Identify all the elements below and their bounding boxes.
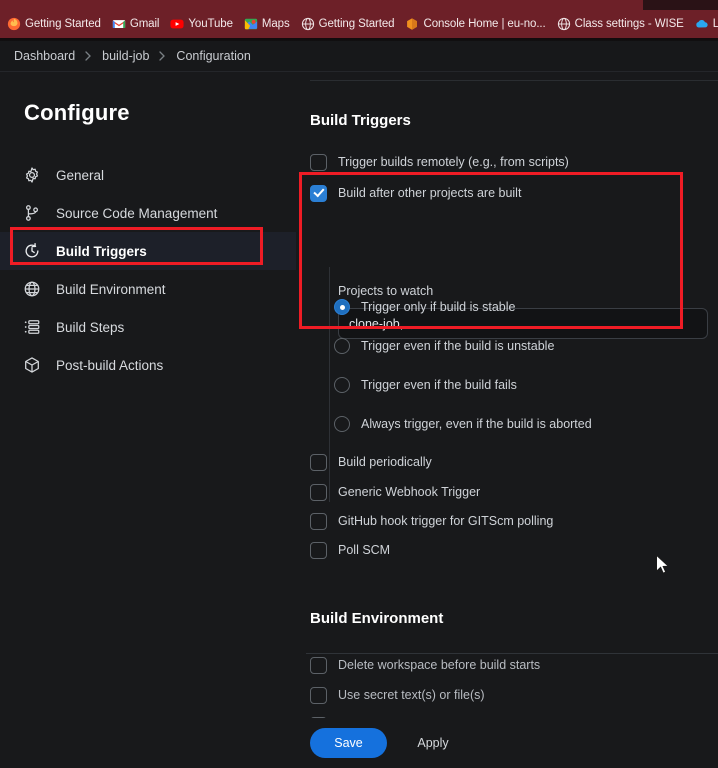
bookmark-label: Class settings - WISE [575,18,684,30]
aws-icon [405,17,419,31]
checkbox-row-generic-webhook[interactable]: Generic Webhook Trigger [310,481,480,503]
page-title: Configure [24,100,130,126]
checkbox-row-poll-scm[interactable]: Poll SCM [310,539,390,561]
cloud-icon [695,17,709,31]
breadcrumb-item-dashboard[interactable]: Dashboard [14,49,75,63]
radio-label: Always trigger, even if the build is abo… [361,417,592,431]
checkbox-row-build-after-other-projects[interactable]: Build after other projects are built [310,182,521,204]
sidebar-item-general[interactable]: General [0,156,296,194]
clock-icon [22,242,41,261]
package-icon [22,356,41,375]
radio-label: Trigger even if the build fails [361,378,517,392]
bookmarks-bar: Getting Started Gmail YouTube Maps Getti… [0,10,718,38]
bookmark-item[interactable]: YouTube [170,17,233,31]
save-button[interactable]: Save [310,728,387,758]
firefox-icon [7,17,21,31]
sidebar-item-build-triggers[interactable]: Build Triggers [0,232,296,270]
bookmark-label: Getting Started [25,18,101,30]
radio-row-stable[interactable]: Trigger only if build is stable [334,296,515,318]
bookmark-label: Console Home | eu-no... [423,18,545,30]
sidebar-item-build-environment[interactable]: Build Environment [0,270,296,308]
globe-icon [557,17,571,31]
trigger-builds-remotely-checkbox[interactable] [310,154,327,171]
generic-webhook-trigger-checkbox[interactable] [310,484,327,501]
maps-icon [244,17,258,31]
checkbox-label: Use secret text(s) or file(s) [338,688,485,702]
checkbox-row-trigger-remotely[interactable]: Trigger builds remotely (e.g., from scri… [310,151,569,173]
build-after-other-projects-checkbox[interactable] [310,185,327,202]
sidebar-item-label: General [56,168,104,183]
trigger-only-if-stable-radio[interactable] [334,299,350,315]
sidebar-item-label: Build Environment [56,282,166,297]
github-hook-trigger-checkbox[interactable] [310,513,327,530]
form-footer: Save Apply [296,718,718,768]
sidebar-item-post-build-actions[interactable]: Post-build Actions [0,346,296,384]
youtube-icon [170,17,184,31]
bookmark-label: Gmail [130,18,160,30]
radio-row-aborted[interactable]: Always trigger, even if the build is abo… [334,413,592,435]
poll-scm-checkbox[interactable] [310,542,327,559]
breadcrumb-item-build-job[interactable]: build-job [102,49,149,63]
checkbox-row-use-secret[interactable]: Use secret text(s) or file(s) [310,684,485,706]
checkbox-label: GitHub hook trigger for GITScm polling [338,514,553,528]
checkbox-label: Delete workspace before build starts [338,658,540,672]
checkbox-label: Trigger builds remotely (e.g., from scri… [338,155,569,169]
bookmark-label: Maps [262,18,290,30]
chevron-right-icon [159,51,166,61]
content-top-divider [310,80,718,81]
delete-workspace-checkbox[interactable] [310,657,327,674]
bookmark-item[interactable]: Maps [244,17,290,31]
radio-label: Trigger only if build is stable [361,300,515,314]
always-trigger-aborted-radio[interactable] [334,416,350,432]
build-periodically-checkbox[interactable] [310,454,327,471]
build-triggers-heading: Build Triggers [310,112,411,129]
gmail-icon [112,17,126,31]
mouse-cursor [655,554,671,581]
radio-row-unstable[interactable]: Trigger even if the build is unstable [334,335,554,357]
bookmark-label: YouTube [188,18,233,30]
breadcrumb-item-configuration[interactable]: Configuration [176,49,250,63]
use-secret-text-or-files-checkbox[interactable] [310,687,327,704]
bookmark-item[interactable]: Gmail [112,17,160,31]
sidebar: Configure General Source [0,72,296,768]
list-icon [22,318,41,337]
bookmark-item[interactable]: Getting Started [301,17,395,31]
checkbox-label: Poll SCM [338,543,390,557]
checkbox-label: Build after other projects are built [338,186,521,200]
sidebar-item-build-steps[interactable]: Build Steps [0,308,296,346]
bookmark-item[interactable]: Getting Started [7,17,101,31]
sidebar-item-source-code-management[interactable]: Source Code Management [0,194,296,232]
sidebar-item-label: Post-build Actions [56,358,163,373]
configure-page: Configure General Source [0,72,718,768]
checkbox-row-github-hook[interactable]: GitHub hook trigger for GITScm polling [310,510,553,532]
trigger-even-if-fails-radio[interactable] [334,377,350,393]
apply-button[interactable]: Apply [397,728,469,758]
sidebar-nav: General Source Code Management [0,156,296,384]
bookmark-item[interactable]: Console Home | eu-no... [405,17,545,31]
bookmark-item[interactable]: Lo [695,17,718,31]
globe-icon [22,280,41,299]
checkbox-label: Generic Webhook Trigger [338,485,480,499]
chevron-right-icon [85,51,92,61]
radio-row-fails[interactable]: Trigger even if the build fails [334,374,517,396]
sidebar-item-label: Source Code Management [56,206,217,221]
checkbox-row-delete-workspace[interactable]: Delete workspace before build starts [310,654,540,676]
checkbox-label: Build periodically [338,455,432,469]
browser-titlebar-strip [0,0,718,10]
bookmark-label: Getting Started [319,18,395,30]
trigger-even-if-unstable-radio[interactable] [334,338,350,354]
bookmark-item[interactable]: Class settings - WISE [557,17,684,31]
sidebar-item-label: Build Triggers [56,244,147,259]
branch-icon [22,204,41,223]
sidebar-item-label: Build Steps [56,320,124,335]
checkbox-row-build-periodically[interactable]: Build periodically [310,451,432,473]
gear-icon [22,166,41,185]
browser-titlebar-notch [643,0,718,10]
globe-icon [301,17,315,31]
radio-label: Trigger even if the build is unstable [361,339,554,353]
bookmark-label: Lo [713,18,718,30]
breadcrumb: Dashboard build-job Configuration [0,41,718,71]
